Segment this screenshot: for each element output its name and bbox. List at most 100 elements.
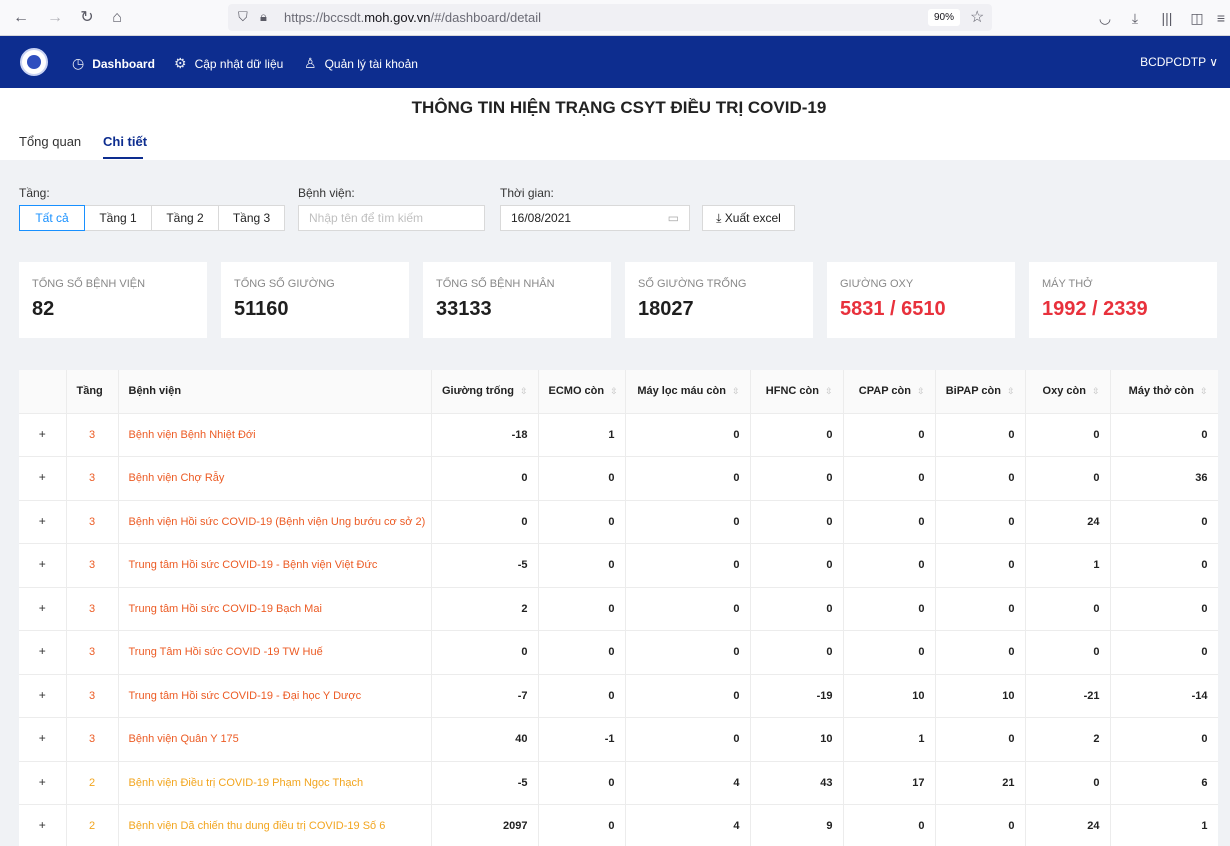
expand-cell: + (19, 543, 67, 588)
col-empty-beds-header[interactable]: Giường trống ⇳ (431, 370, 539, 414)
hospital-name-link[interactable]: Trung Tâm Hồi sức COVID -19 TW Huế (118, 630, 432, 675)
sort-icon[interactable]: ⇳ (610, 386, 618, 396)
value-cell: 10 (843, 674, 936, 718)
sort-icon[interactable]: ⇳ (917, 386, 925, 396)
address-bar[interactable]: ⛉ 🔒︎ https://bccsdt.moh.gov.vn/#/dashboa… (228, 4, 992, 31)
sort-icon[interactable]: ⇳ (732, 386, 740, 396)
expand-cell: + (19, 804, 67, 846)
hospital-name-link[interactable]: Bệnh viện Chợ Rẫy (118, 456, 432, 501)
col-ventilator-header[interactable]: Máy thở còn ⇳ (1110, 370, 1218, 414)
expand-row-icon[interactable]: + (35, 427, 49, 442)
value-cell: 0 (935, 630, 1026, 675)
hospital-name-link[interactable]: Bệnh viện Hồi sức COVID-19 (Bệnh viện Un… (118, 500, 432, 544)
tier-option-1[interactable]: Tầng 1 (84, 205, 152, 231)
tier-option-2[interactable]: Tầng 2 (151, 205, 219, 231)
value-cell: 0 (1110, 543, 1218, 588)
library-icon[interactable]: ||| (1158, 9, 1176, 27)
col-hospital-header: Bệnh viện (118, 370, 432, 414)
value-cell: 0 (750, 587, 844, 631)
hospital-name-link[interactable]: Trung tâm Hồi sức COVID-19 - Đại học Y D… (118, 674, 432, 718)
col-hfnc-header[interactable]: HFNC còn ⇳ (750, 370, 844, 414)
value-cell: 0 (538, 587, 626, 631)
tier-cell: 3 (66, 717, 119, 762)
col-oxygen-header[interactable]: Oxy còn ⇳ (1025, 370, 1111, 414)
date-picker[interactable]: 16/08/2021 ▭ (500, 205, 690, 231)
stat-value: 51160 (234, 298, 289, 320)
tier-cell: 2 (66, 804, 119, 846)
user-icon: ♙ (304, 55, 317, 71)
value-cell: 0 (935, 413, 1026, 457)
stat-card-patients: TỔNG SỐ BỆNH NHÂN 33133 (423, 262, 611, 338)
sidebar-icon[interactable]: ◫ (1188, 9, 1206, 27)
user-menu[interactable]: BCDPCDTP ∨ (1140, 55, 1218, 69)
value-cell: 1 (1025, 543, 1111, 588)
stat-label: TỔNG SỐ GIƯỜNG (234, 278, 335, 290)
settings-icon: ⚙ (174, 55, 187, 71)
hospital-name-link[interactable]: Bệnh viện Quân Y 175 (118, 717, 432, 762)
expand-row-icon[interactable]: + (35, 558, 49, 572)
tier-option-all[interactable]: Tất cả (19, 205, 85, 231)
value-cell: 0 (625, 630, 751, 675)
reload-icon[interactable]: ↻ (78, 9, 96, 27)
value-cell: 0 (538, 630, 626, 675)
tab-active-indicator (103, 157, 143, 159)
hospital-name-link[interactable]: Bệnh viện Bệnh Nhiệt Đới (118, 413, 432, 457)
expand-row-icon[interactable]: + (35, 514, 49, 529)
expand-row-icon[interactable]: + (35, 775, 49, 790)
menu-update-data[interactable]: ⚙ Cập nhật dữ liệu (174, 55, 283, 72)
pocket-icon[interactable]: ◡ (1096, 9, 1114, 27)
sort-icon[interactable]: ⇳ (520, 386, 528, 396)
value-cell: 0 (538, 761, 626, 805)
col-dialysis-header[interactable]: Máy lọc máu còn ⇳ (625, 370, 751, 414)
col-bipap-header[interactable]: BiPAP còn ⇳ (935, 370, 1026, 414)
sort-icon[interactable]: ⇳ (1200, 386, 1208, 396)
menu-dashboard[interactable]: ◷ Dashboard (72, 55, 155, 72)
value-cell: 10 (750, 717, 844, 762)
table-row: +2 Bệnh viện Điều trị COVID-19 Phạm Ngọc … (19, 761, 1218, 805)
tier-option-3[interactable]: Tầng 3 (218, 205, 285, 231)
value-cell: 0 (935, 456, 1026, 501)
value-cell: 10 (935, 674, 1026, 718)
forward-icon[interactable]: → (46, 9, 64, 27)
hospital-name-link[interactable]: Bệnh viện Điều trị COVID-19 Phạm Ngọc Th… (118, 761, 432, 805)
table-row: +3 Trung tâm Hồi sức COVID-19 - Đại học Y… (19, 674, 1218, 718)
hospital-name-link[interactable]: Bệnh viện Dã chiến thu dung điều trị COV… (118, 804, 432, 846)
browser-toolbar: ← → ↻ ⌂ ⛉ 🔒︎ https://bccsdt.moh.gov.vn/#… (0, 0, 1230, 36)
hospital-name-link[interactable]: Trung tâm Hồi sức COVID-19 - Bệnh viện V… (118, 543, 432, 588)
menu-account-management[interactable]: ♙ Quản lý tài khoản (304, 55, 418, 72)
sort-icon[interactable]: ⇳ (1007, 386, 1015, 396)
back-icon[interactable]: ← (12, 9, 30, 27)
expand-row-icon[interactable]: + (35, 732, 49, 746)
export-excel-button[interactable]: ⤓ Xuất excel (702, 205, 795, 231)
sort-icon[interactable]: ⇳ (1092, 386, 1100, 396)
value-cell: 0 (1110, 717, 1218, 762)
tab-overview[interactable]: Tổng quan (19, 134, 81, 149)
page-title: THÔNG TIN HIỆN TRẠNG CSYT ĐIỀU TRỊ COVID… (411, 98, 827, 117)
sort-icon[interactable]: ⇳ (825, 386, 833, 396)
hospital-search-input[interactable]: Nhập tên để tìm kiếm (298, 205, 485, 231)
menu-icon[interactable]: ≡ (1214, 9, 1228, 27)
col-cpap-header[interactable]: CPAP còn ⇳ (843, 370, 936, 414)
zoom-badge[interactable]: 90% (928, 9, 960, 26)
value-cell: -21 (1025, 674, 1111, 718)
tier-cell: 3 (66, 587, 119, 631)
download-icon[interactable]: ⤓ (1126, 9, 1144, 27)
value-cell: 0 (538, 543, 626, 588)
col-ecmo-header[interactable]: ECMO còn ⇳ (538, 370, 626, 414)
hospital-name-link[interactable]: Trung tâm Hồi sức COVID-19 Bạch Mai (118, 587, 432, 631)
value-cell: 0 (843, 587, 936, 631)
bookmark-star-icon[interactable]: ☆ (970, 7, 984, 27)
expand-row-icon[interactable]: + (35, 471, 49, 485)
value-cell: 0 (935, 500, 1026, 544)
expand-row-icon[interactable]: + (35, 601, 49, 616)
value-cell: 0 (1025, 587, 1111, 631)
expand-row-icon[interactable]: + (35, 645, 49, 659)
stat-card-empty-beds: SỐ GIƯỜNG TRỐNG 18027 (625, 262, 813, 338)
tab-detail[interactable]: Chi tiết (103, 134, 147, 149)
ministry-logo[interactable] (20, 48, 48, 76)
stat-value: 5831 / 6510 (840, 298, 946, 320)
home-icon[interactable]: ⌂ (108, 9, 126, 27)
expand-row-icon[interactable]: + (35, 688, 49, 703)
expand-row-icon[interactable]: + (35, 819, 49, 833)
table-row: +3 Bệnh viện Chợ Rẫy 0 0 0 0 0 0 0 36 (19, 456, 1218, 501)
